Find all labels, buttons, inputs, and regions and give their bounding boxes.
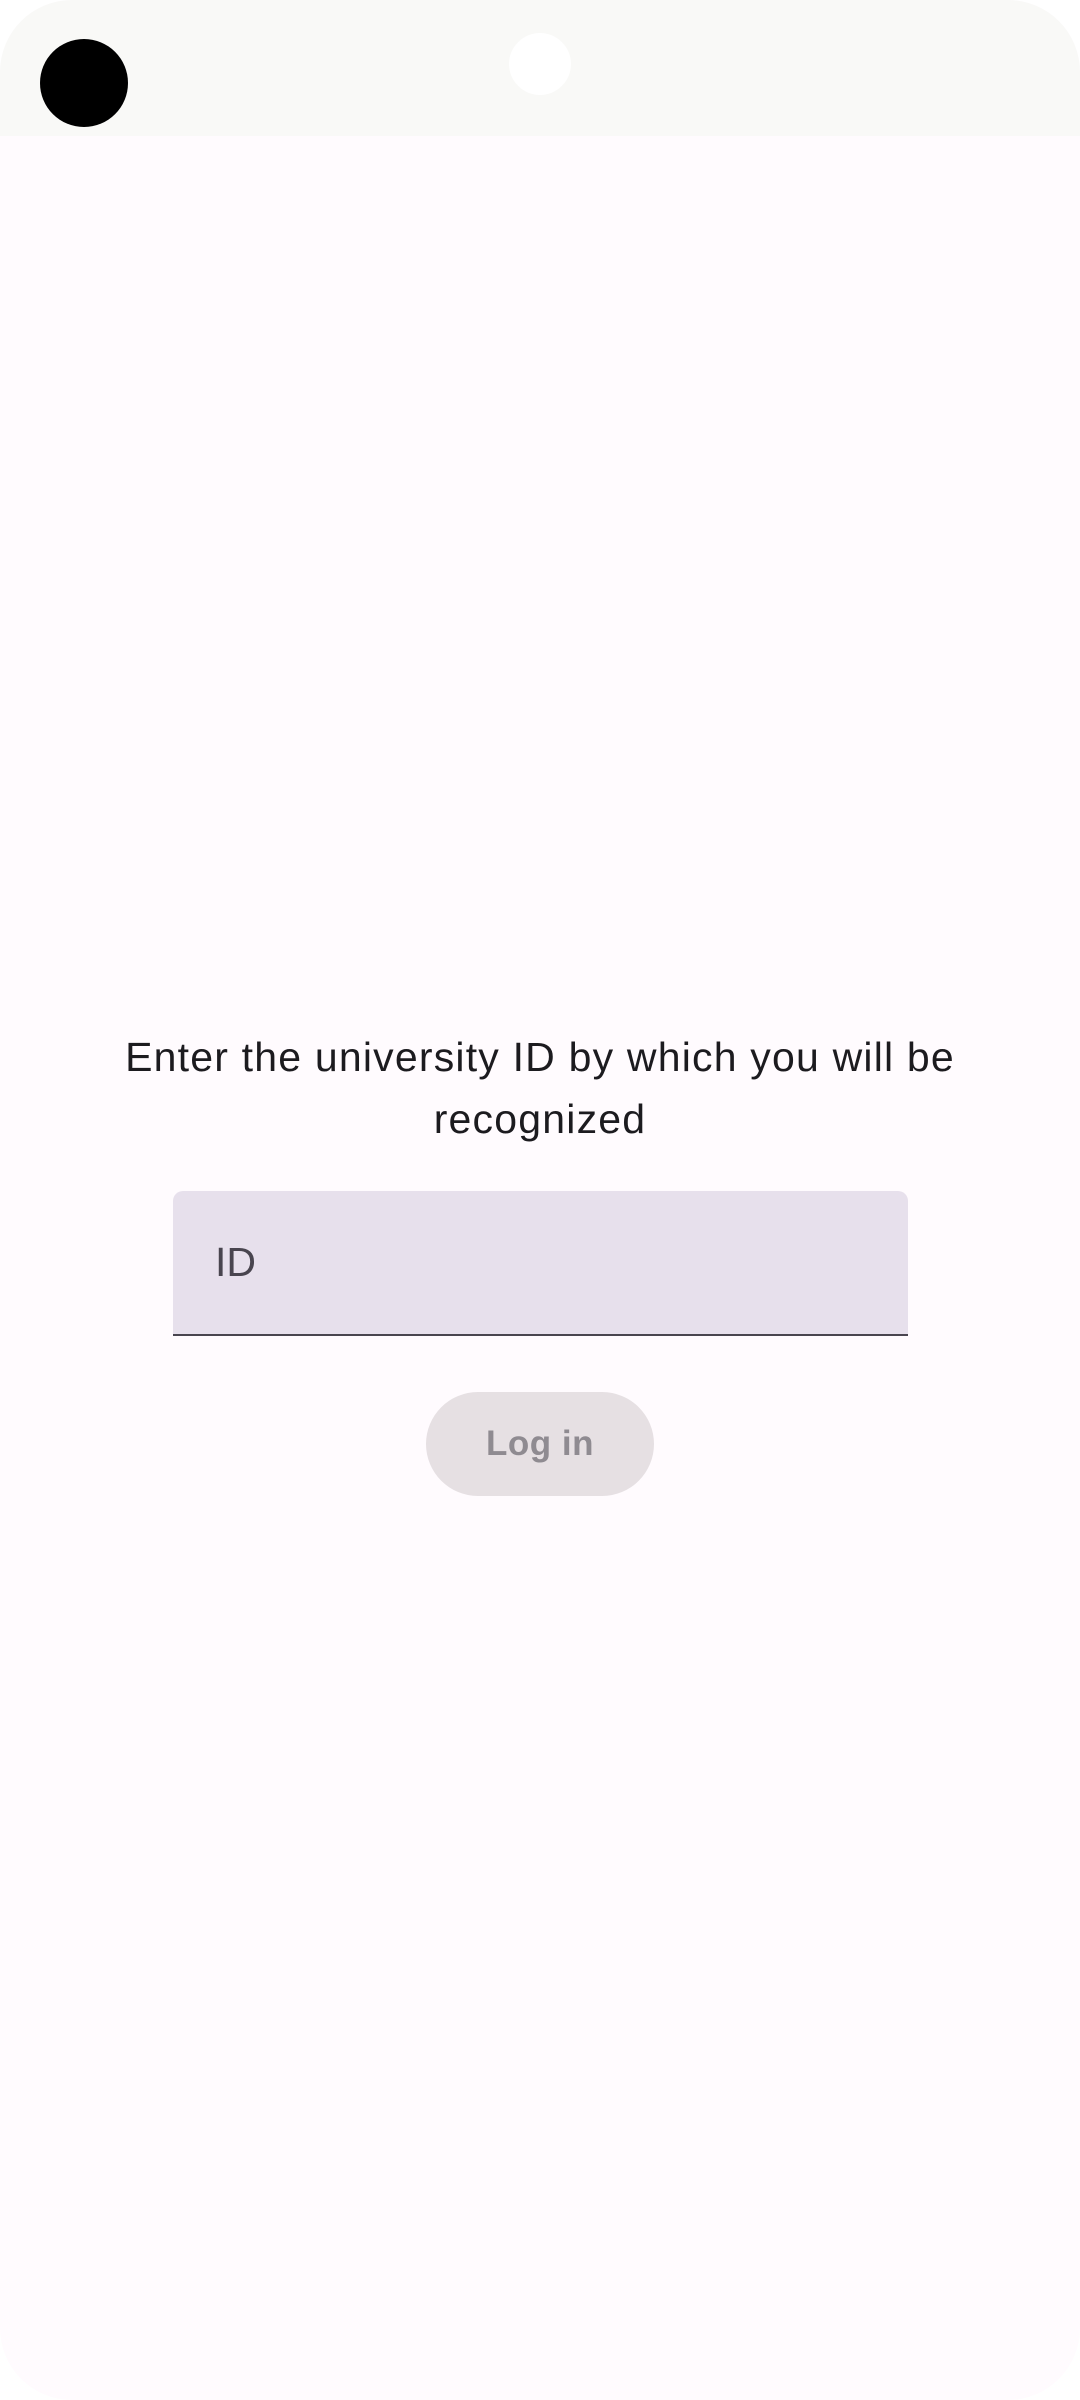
- front-camera-icon: [40, 39, 128, 127]
- id-text-field[interactable]: [173, 1191, 908, 1336]
- log-in-button[interactable]: Log in: [426, 1392, 654, 1496]
- phone-screen: Enter the university ID by which you wil…: [0, 0, 1080, 2400]
- notch-indicator-icon: [509, 33, 571, 95]
- id-input[interactable]: [173, 1191, 908, 1334]
- status-bar: [0, 0, 1080, 136]
- login-content: Enter the university ID by which you wil…: [0, 136, 1080, 2400]
- id-prompt-text: Enter the university ID by which you wil…: [125, 1034, 955, 1142]
